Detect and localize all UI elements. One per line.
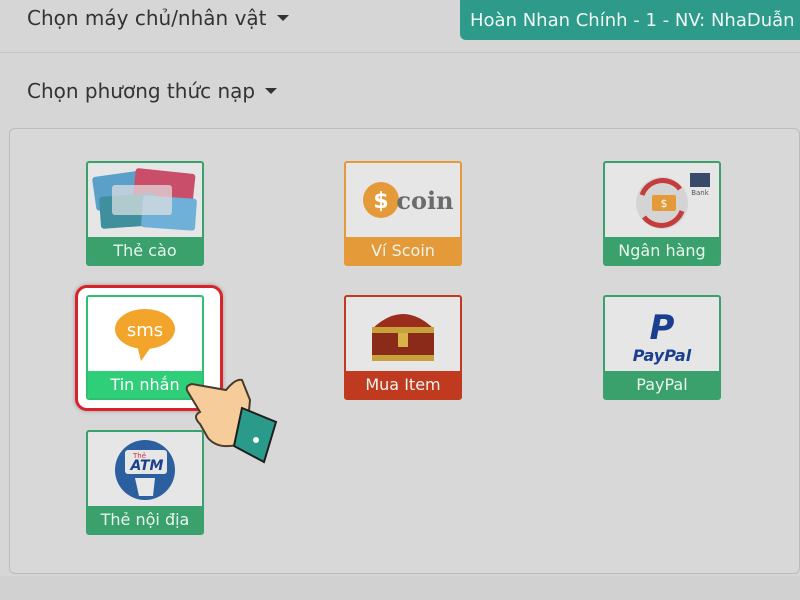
method-scratch-card[interactable]: Thẻ cào [86,161,204,266]
svg-text:$: $ [661,197,668,210]
paypal-icon: P PayPal [605,297,719,371]
paypal-logo-text: PayPal [633,346,692,365]
bank-badge-text: Bank [691,189,710,197]
treasure-chest-icon [346,297,460,371]
sms-logo-text: sms [127,320,163,341]
svg-text:$: $ [373,189,388,214]
scoin-wallet-icon: $ coin [346,163,460,237]
method-label: Ví Scoin [346,237,460,264]
scoin-logo-text: coin [396,186,453,215]
method-select[interactable]: Chọn phương thức nạp [27,79,278,103]
server-select-label: Chọn máy chủ/nhân vật [27,6,267,30]
method-bank[interactable]: $ Bank Ngân hàng [603,161,721,266]
scratch-card-icon [88,163,202,237]
chevron-down-icon [276,15,289,21]
server-select[interactable]: Chọn máy chủ/nhân vật [27,6,289,30]
method-buy-item[interactable]: Mua Item [344,295,462,400]
method-label: PayPal [605,371,719,398]
server-value-badge[interactable]: Hoàn Nhan Chính - 1 - NV: NhaDuẫn [460,0,800,40]
pointing-hand-icon [185,378,278,464]
method-select-label: Chọn phương thức nạp [27,79,256,103]
sms-icon: sms [88,297,202,371]
method-scoin-wallet[interactable]: $ coin Ví Scoin [344,161,462,266]
atm-logo-text: ATM [130,458,164,474]
method-paypal[interactable]: P PayPal PayPal [603,295,721,400]
divider [0,52,800,53]
method-label: Thẻ cào [88,237,202,264]
chevron-down-icon [265,88,278,94]
bottom-nav [0,576,800,600]
svg-text:P: P [650,308,675,348]
method-label: Thẻ nội địa [88,506,202,533]
method-label: Ngân hàng [605,237,719,264]
method-label: Mua Item [346,371,460,398]
bank-icon: $ Bank [605,163,719,237]
